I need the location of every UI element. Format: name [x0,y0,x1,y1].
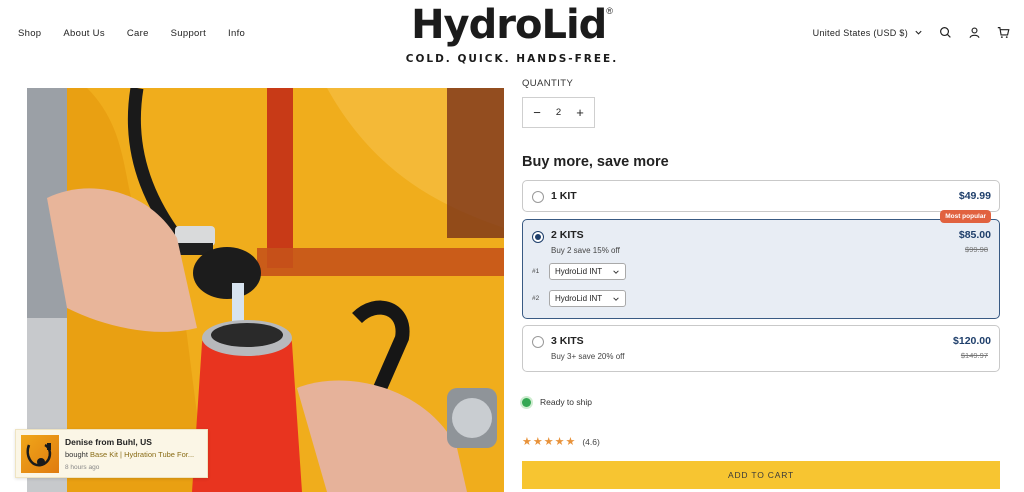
chevron-down-icon [915,30,922,35]
shipping-status: Ready to ship [522,397,592,407]
variant-row-1: #1 HydroLid INT [532,263,626,280]
variant-value: HydroLid INT [555,267,603,276]
notification-action-line: bought Base Kit | Hydration Tube For... [65,450,194,459]
variant-number: #1 [532,268,540,275]
search-icon[interactable] [939,26,952,39]
variant-number: #2 [532,295,540,302]
add-to-cart-button[interactable]: ADD TO CART [522,461,1000,489]
option-compare-price: $149.97 [960,351,988,360]
radio-1-kit[interactable] [532,191,544,203]
notification-body: Denise from Buhl, US bought Base Kit | H… [65,437,194,471]
bundle-option-3-kits[interactable]: 3 KITS Buy 3+ save 20% off $120.00 $149.… [522,325,1000,372]
site-header: Shop About Us Care Support Info HydroLid… [0,0,1024,72]
option-subtitle: Buy 2 save 15% off [551,246,620,255]
product-options-panel: QUANTITY − 2 + Buy more, save more 1 KIT… [522,78,1002,489]
quantity-minus-button[interactable]: − [531,105,543,120]
bundle-option-1-kit[interactable]: 1 KIT $49.99 [522,180,1000,212]
quantity-stepper: − 2 + [522,97,595,128]
variant-select-2[interactable]: HydroLid INT [549,290,626,307]
registered-mark: ® [606,6,613,16]
variant-select-1[interactable]: HydroLid INT [549,263,626,280]
option-price: $120.00 [953,335,991,347]
brand-name: HydroLid [411,2,607,48]
radio-2-kits[interactable] [532,231,544,243]
brand-tagline: COLD. QUICK. HANDS-FREE. [405,53,619,65]
currency-selector[interactable]: United States (USD $) [813,28,923,38]
option-title: 2 KITS [551,229,584,241]
bundle-title: Buy more, save more [522,154,669,170]
notification-customer: Denise from Buhl, US [65,436,152,447]
option-title: 1 KIT [551,190,577,202]
recent-purchase-popup[interactable]: Denise from Buhl, US bought Base Kit | H… [15,429,208,478]
quantity-value[interactable]: 2 [556,107,561,118]
notification-action: bought [65,449,88,459]
product-rating[interactable]: ★★★★★ (4.6) [522,435,600,448]
notification-product[interactable]: Base Kit | Hydration Tube For... [90,450,194,459]
variant-value: HydroLid INT [555,294,603,303]
quantity-label: QUANTITY [522,78,574,89]
star-rating-icon: ★★★★★ [522,436,577,448]
rating-value: (4.6) [582,436,600,447]
notification-product-thumbnail [21,434,59,473]
radio-3-kits[interactable] [532,336,544,348]
bundle-option-2-kits[interactable]: Most popular 2 KITS Buy 2 save 15% off $… [522,210,1000,319]
most-popular-badge: Most popular [940,210,991,223]
notification-time: 8 hours ago [65,463,100,471]
cart-icon[interactable] [997,26,1010,39]
option-subtitle: Buy 3+ save 20% off [551,352,625,361]
option-price: $49.99 [958,190,991,202]
option-title: 3 KITS [551,335,584,347]
chevron-down-icon [613,269,619,274]
chevron-down-icon [613,296,619,301]
brand-logo[interactable]: HydroLid® [0,2,1024,48]
quantity-plus-button[interactable]: + [574,105,586,120]
option-compare-price: $99.98 [965,245,988,254]
account-icon[interactable] [968,26,981,39]
option-price: $85.00 [958,229,991,241]
header-actions: United States (USD $) [813,26,1010,39]
status-dot-icon [522,397,531,407]
shipping-status-text: Ready to ship [540,397,592,407]
currency-label: United States (USD $) [812,27,908,38]
variant-row-2: #2 HydroLid INT [532,290,626,307]
